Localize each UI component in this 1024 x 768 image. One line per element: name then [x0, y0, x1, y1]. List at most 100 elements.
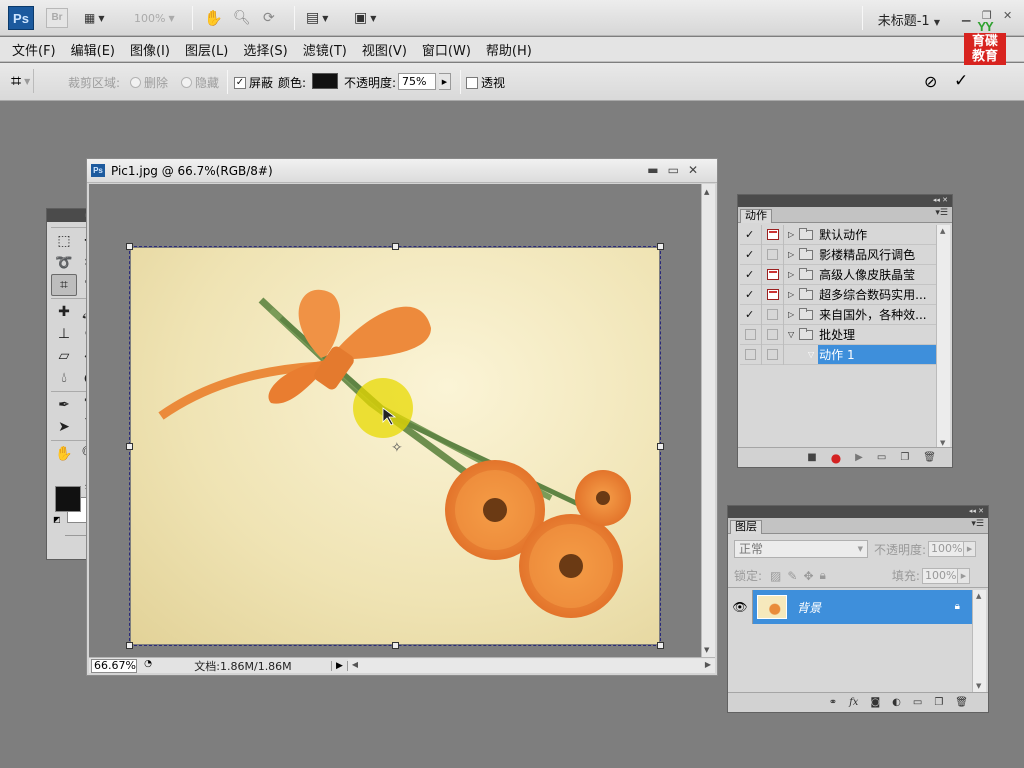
- path-selection-tool[interactable]: ➤: [51, 416, 77, 438]
- record-icon[interactable]: ●: [831, 451, 841, 465]
- zoom-tool-button[interactable]: 🔍︎: [233, 8, 251, 28]
- action-item[interactable]: ▽ 动作 1: [740, 344, 936, 365]
- screen-mode-button[interactable]: ▦ ▼: [84, 8, 105, 28]
- toggle-item-cell[interactable]: ✓: [740, 304, 762, 325]
- lock-all-icon[interactable]: 🔒︎: [820, 568, 826, 583]
- scroll-right-icon[interactable]: ▶: [705, 660, 711, 669]
- crop-handle-top[interactable]: [392, 243, 399, 250]
- toggle-dialog-cell[interactable]: [762, 224, 784, 245]
- document-vertical-scrollbar[interactable]: ▲ ▼: [701, 184, 715, 658]
- expand-triangle-right-icon[interactable]: ▷: [788, 290, 794, 299]
- menu-edit[interactable]: 编辑(E): [71, 40, 115, 59]
- fill-input[interactable]: 100%: [921, 567, 958, 584]
- trash-icon[interactable]: 🗑︎: [923, 452, 936, 463]
- menu-filter[interactable]: 滤镜(T): [303, 40, 347, 59]
- new-group-icon[interactable]: ▭: [913, 697, 922, 708]
- toggle-dialog-cell[interactable]: [762, 264, 784, 285]
- scroll-down-icon[interactable]: ▼: [704, 646, 709, 654]
- adjustment-layer-icon[interactable]: ◐: [892, 697, 901, 708]
- tab-actions[interactable]: 动作: [740, 209, 772, 223]
- panel-menu-icon[interactable]: ▾☰: [935, 208, 948, 218]
- toggle-dialog-cell[interactable]: [762, 284, 784, 305]
- new-layer-icon[interactable]: ❐: [934, 697, 943, 708]
- scroll-left-icon[interactable]: ◀: [352, 660, 358, 669]
- new-set-icon[interactable]: ▭: [877, 452, 886, 463]
- opacity-control[interactable]: 75% ▶: [398, 73, 451, 90]
- panel-menu-icon[interactable]: ▾☰: [971, 519, 984, 529]
- expand-triangle-down-icon[interactable]: ▽: [788, 330, 794, 339]
- scroll-up-icon[interactable]: ▲: [976, 592, 981, 600]
- layer-opacity-input[interactable]: 100%: [928, 541, 965, 557]
- action-set-row[interactable]: ✓ ▷ 超多综合数码实用...: [740, 284, 936, 305]
- stop-icon[interactable]: ■: [807, 452, 816, 463]
- expand-triangle-right-icon[interactable]: ▷: [788, 310, 794, 319]
- default-colors-icon[interactable]: ◩: [53, 515, 61, 524]
- tab-layers[interactable]: 图层: [730, 520, 762, 534]
- hand-tool-button[interactable]: ✋: [204, 8, 223, 28]
- blur-tool[interactable]: 💧︎: [51, 367, 77, 389]
- tool-preset-picker[interactable]: ⌗ ▼: [8, 69, 35, 93]
- menu-help[interactable]: 帮助(H): [486, 40, 532, 59]
- toggle-dialog-cell[interactable]: [762, 344, 784, 365]
- clone-stamp-tool[interactable]: ⊥: [51, 323, 77, 345]
- cancel-crop-button[interactable]: ⊘: [924, 72, 937, 91]
- action-set-row[interactable]: ✓ ▷ 默认动作: [740, 224, 936, 245]
- shield-color-swatch[interactable]: [312, 73, 338, 89]
- actions-scrollbar[interactable]: ▲ ▼: [936, 225, 950, 449]
- screen-mode-select[interactable]: ▣ ▼: [354, 8, 376, 28]
- close-icon[interactable]: ✕: [688, 163, 707, 177]
- blend-mode-select[interactable]: 正常: [734, 540, 868, 558]
- eraser-tool[interactable]: ▱: [51, 345, 77, 367]
- commit-crop-button[interactable]: ✓: [954, 71, 968, 91]
- layers-scrollbar[interactable]: ▲ ▼: [972, 590, 986, 692]
- crop-handle-bottom-left[interactable]: [126, 642, 133, 649]
- fx-icon[interactable]: fx: [849, 697, 858, 708]
- minimize-icon[interactable]: ▬: [647, 163, 667, 177]
- toggle-item-cell[interactable]: [740, 344, 762, 365]
- arrange-documents-button[interactable]: ▤ ▼: [306, 8, 328, 28]
- crop-handle-bottom[interactable]: [392, 642, 399, 649]
- opacity-slider-toggle[interactable]: ▶: [439, 73, 451, 90]
- eye-icon[interactable]: 👁︎: [728, 590, 753, 624]
- toggle-item-cell[interactable]: ✓: [740, 264, 762, 285]
- crop-bounding-box[interactable]: [126, 243, 664, 649]
- expand-triangle-right-icon[interactable]: ▷: [788, 230, 794, 239]
- menu-view[interactable]: 视图(V): [362, 40, 407, 59]
- delete-radio[interactable]: [130, 77, 141, 88]
- marquee-tool[interactable]: ⬚: [51, 230, 77, 252]
- toggle-dialog-cell[interactable]: [762, 324, 784, 345]
- expand-triangle-right-icon[interactable]: ▷: [788, 250, 794, 259]
- scroll-up-icon[interactable]: ▲: [940, 227, 945, 235]
- canvas-area[interactable]: ✧: [89, 184, 701, 658]
- document-titlebar[interactable]: Ps Pic1.jpg @ 66.7%(RGB/8#) ▬▭✕: [87, 159, 717, 183]
- toggle-dialog-cell[interactable]: [762, 304, 784, 325]
- layer-name[interactable]: 背景: [797, 599, 821, 616]
- toggle-item-cell[interactable]: ✓: [740, 244, 762, 265]
- new-action-icon[interactable]: ❐: [900, 452, 909, 463]
- toggle-item-cell[interactable]: ✓: [740, 224, 762, 245]
- toggle-item-cell[interactable]: ✓: [740, 284, 762, 305]
- hide-radio[interactable]: [181, 77, 192, 88]
- play-icon[interactable]: ▶: [855, 452, 863, 463]
- crop-handle-right[interactable]: [657, 443, 664, 450]
- hide-option[interactable]: 隐藏: [181, 74, 219, 91]
- menu-window[interactable]: 窗口(W): [422, 40, 471, 59]
- expand-triangle-down-icon[interactable]: ▽: [808, 350, 814, 359]
- panel-collapse-bar[interactable]: ◂◂ ✕: [738, 195, 952, 207]
- lasso-tool[interactable]: ➰: [51, 252, 77, 274]
- lock-move-icon[interactable]: ✥: [803, 569, 813, 583]
- scroll-up-icon[interactable]: ▲: [704, 188, 709, 196]
- scroll-down-icon[interactable]: ▼: [976, 682, 981, 690]
- layer-row[interactable]: 👁︎ 背景 🔒︎: [728, 590, 974, 624]
- opacity-input[interactable]: 75%: [398, 73, 436, 90]
- zoom-level-select[interactable]: 100% ▼: [134, 8, 175, 28]
- crop-handle-top-right[interactable]: [657, 243, 664, 250]
- zoom-input[interactable]: 66.67%: [91, 658, 137, 673]
- crop-handle-bottom-right[interactable]: [657, 642, 664, 649]
- fill-arrow[interactable]: ▶: [957, 567, 970, 584]
- toggle-dialog-cell[interactable]: [762, 244, 784, 265]
- hand-tool[interactable]: ✋: [51, 443, 77, 465]
- action-set-row[interactable]: ✓ ▷ 来自国外，各种效...: [740, 304, 936, 325]
- lock-transparent-icon[interactable]: ▨: [770, 569, 781, 583]
- link-layers-icon[interactable]: ⚭: [829, 697, 837, 708]
